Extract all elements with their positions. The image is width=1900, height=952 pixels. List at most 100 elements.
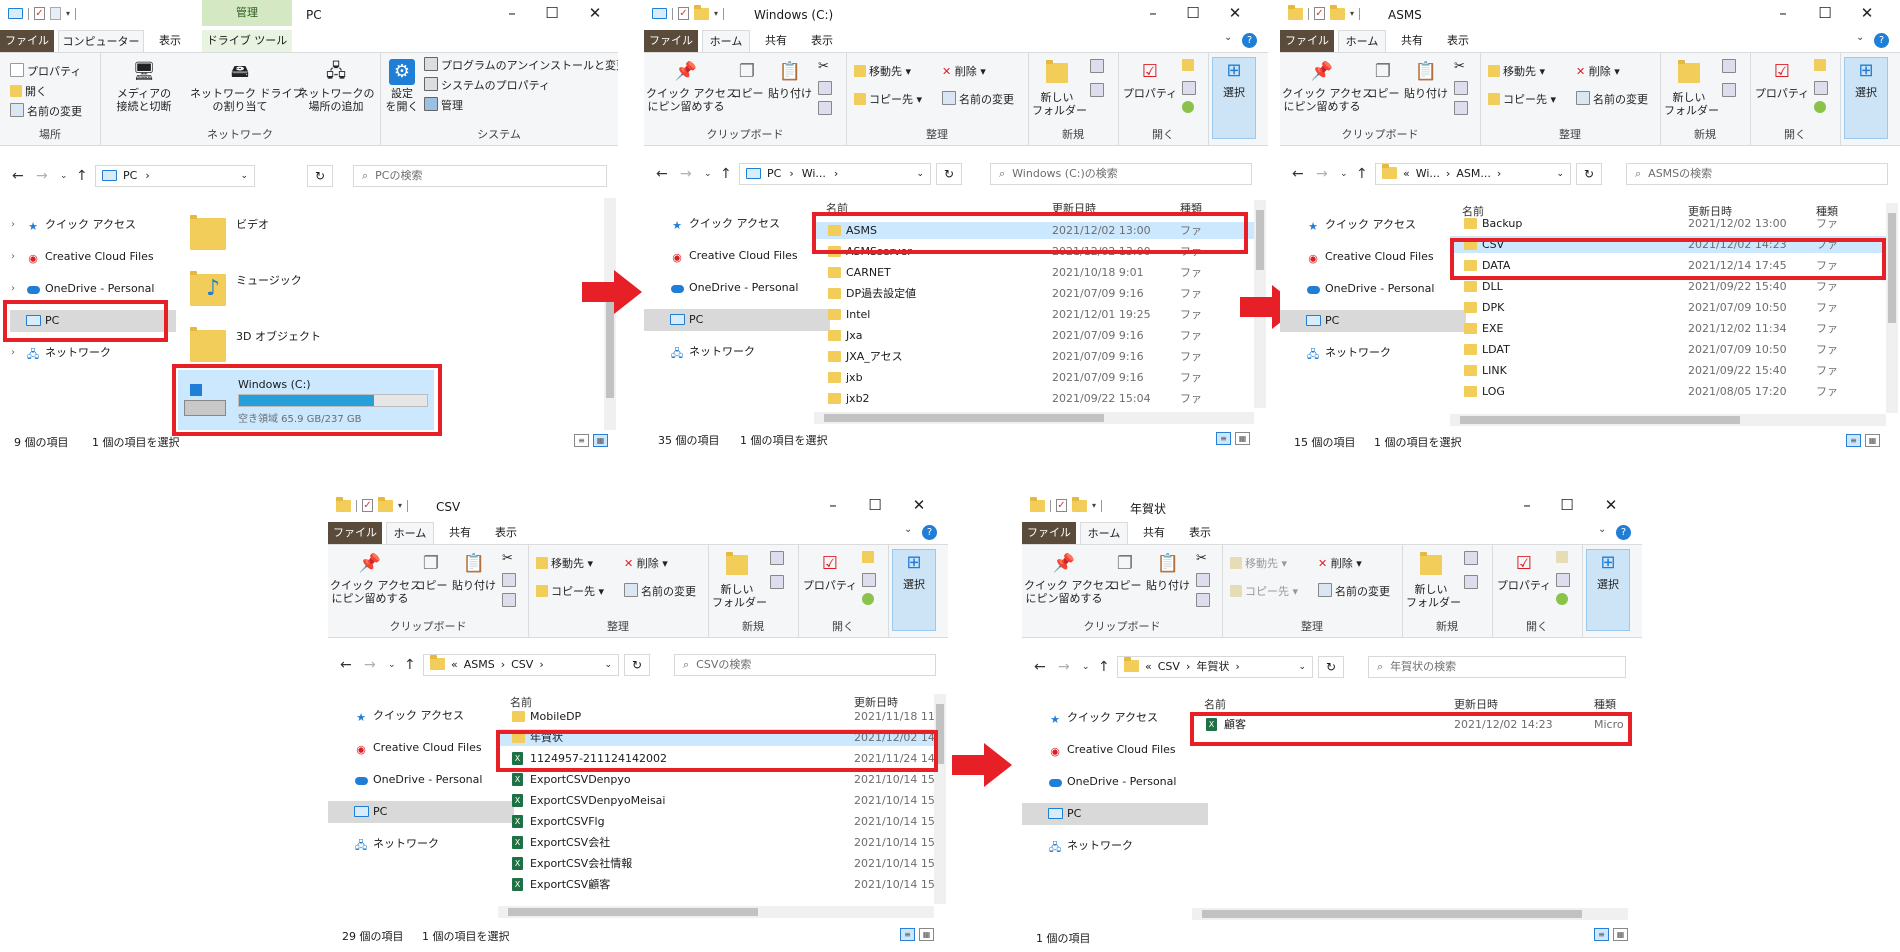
nav-onedrive[interactable]: OneDrive - Personal bbox=[1306, 278, 1434, 300]
nav-onedrive[interactable]: OneDrive - Personal bbox=[1048, 771, 1176, 793]
settings-button[interactable]: ⚙ 設定 を開く bbox=[384, 59, 420, 113]
list-item[interactable]: LINK 2021/09/22 15:40 ファ bbox=[1450, 362, 1886, 379]
tab-file[interactable]: ファイル bbox=[1280, 30, 1334, 52]
edit-icon[interactable] bbox=[1182, 81, 1199, 96]
ribbon-collapse-icon[interactable]: ⌄ bbox=[1598, 524, 1606, 535]
list-item[interactable]: X ExportCSV会社 2021/10/14 15: bbox=[498, 834, 934, 851]
up-button[interactable]: ↑ bbox=[720, 166, 732, 182]
tab-file[interactable]: ファイル bbox=[0, 30, 54, 52]
paste-button[interactable]: 📋 貼り付け bbox=[768, 59, 812, 100]
item-music[interactable]: ♪ ミュージック bbox=[190, 268, 350, 316]
select-button[interactable]: ⊞ 選択 bbox=[1844, 57, 1888, 139]
nav-network[interactable]: 🖧 ネットワーク bbox=[1048, 835, 1133, 857]
address-dropdown-icon[interactable]: ⌄ bbox=[916, 164, 924, 184]
paste-button[interactable]: 📋 貼り付け bbox=[452, 551, 496, 592]
minimize-button[interactable]: – bbox=[1768, 3, 1798, 23]
uninstall-button[interactable]: プログラムのアンインストールと変更 bbox=[424, 57, 618, 73]
nav-creative-cloud[interactable]: ◉ Creative Cloud Files bbox=[670, 245, 797, 267]
large-icons-view-button[interactable]: ▦ bbox=[1613, 928, 1628, 941]
rename-button[interactable]: 名前の変更 bbox=[1576, 91, 1648, 107]
list-item[interactable]: Jxa 2021/07/09 9:16 ファ bbox=[814, 327, 1254, 344]
customize-toolbar-icon[interactable]: ▾ bbox=[398, 501, 402, 510]
tab-share[interactable]: 共有 bbox=[756, 30, 796, 52]
rename-button[interactable]: 名前の変更 bbox=[10, 103, 82, 119]
easy-access-icon[interactable] bbox=[770, 575, 787, 590]
vertical-scrollbar[interactable] bbox=[934, 694, 946, 904]
tab-home[interactable]: ホーム bbox=[702, 30, 750, 52]
history-icon[interactable] bbox=[1814, 101, 1829, 114]
minimize-button[interactable]: – bbox=[1512, 495, 1542, 515]
close-button[interactable]: ✕ bbox=[904, 495, 934, 515]
nav-pc[interactable]: PC bbox=[644, 309, 830, 331]
tab-file[interactable]: ファイル bbox=[328, 522, 382, 544]
address-dropdown-icon[interactable]: ⌄ bbox=[240, 166, 248, 186]
edit-icon[interactable] bbox=[1556, 573, 1573, 588]
address-bar[interactable]: «ASMS › CSV › ⌄ bbox=[423, 654, 619, 676]
list-item[interactable]: jxb 2021/07/09 9:16 ファ bbox=[814, 369, 1254, 386]
delete-button[interactable]: ✕ 削除 ▾ bbox=[942, 63, 986, 79]
copy-button[interactable]: ❐ コピー bbox=[414, 551, 448, 592]
address-dropdown-icon[interactable]: ⌄ bbox=[1556, 164, 1564, 184]
search-input[interactable]: ⌕ CSVの検索 bbox=[674, 654, 936, 676]
forward-button[interactable]: → bbox=[1058, 659, 1070, 675]
delete-button[interactable]: ✕ 削除 ▾ bbox=[1576, 63, 1620, 79]
minimize-button[interactable]: – bbox=[1138, 3, 1168, 23]
vertical-scrollbar[interactable] bbox=[1886, 203, 1898, 413]
details-view-button[interactable]: ≡ bbox=[574, 434, 589, 447]
paste-shortcut-icon[interactable] bbox=[818, 101, 835, 116]
tab-home[interactable]: ホーム bbox=[1080, 522, 1128, 544]
nav-pc[interactable]: PC bbox=[328, 801, 514, 823]
list-item[interactable]: X ExportCSV会社情報 2021/10/14 15: bbox=[498, 855, 934, 872]
paste-shortcut-icon[interactable] bbox=[502, 593, 519, 608]
open-button[interactable]: 開く bbox=[10, 83, 47, 99]
search-input[interactable]: ⌕ 年賀状の検索 bbox=[1368, 656, 1626, 678]
properties-button[interactable]: ☑ プロパティ bbox=[1122, 59, 1178, 100]
nav-network[interactable]: 🖧 ネットワーク bbox=[354, 833, 439, 855]
forward-button[interactable]: → bbox=[680, 166, 692, 182]
up-button[interactable]: ↑ bbox=[1098, 659, 1110, 675]
properties-icon[interactable]: ✓ bbox=[678, 7, 689, 20]
recent-dropdown[interactable]: ⌄ bbox=[704, 169, 712, 179]
select-button[interactable]: ⊞ 選択 bbox=[1586, 549, 1630, 631]
open-icon[interactable] bbox=[862, 551, 877, 564]
new-item-icon[interactable] bbox=[1464, 551, 1481, 566]
tab-view[interactable]: 表示 bbox=[1438, 30, 1478, 52]
new-folder-icon[interactable] bbox=[1330, 4, 1345, 20]
forward-button[interactable]: → bbox=[1316, 166, 1328, 182]
refresh-button[interactable]: ↻ bbox=[1318, 656, 1344, 678]
address-dropdown-icon[interactable]: ⌄ bbox=[1298, 657, 1306, 677]
back-button[interactable]: ← bbox=[1292, 166, 1304, 182]
nav-pc[interactable]: PC bbox=[1022, 803, 1208, 825]
help-icon[interactable]: ? bbox=[922, 525, 937, 540]
details-view-button[interactable]: ≡ bbox=[1846, 434, 1861, 447]
horizontal-scrollbar[interactable] bbox=[498, 906, 934, 918]
tab-computer[interactable]: コンピューター bbox=[58, 30, 144, 52]
paste-shortcut-icon[interactable] bbox=[1454, 101, 1471, 116]
paste-button[interactable]: 📋 貼り付け bbox=[1404, 59, 1448, 100]
tab-file[interactable]: ファイル bbox=[644, 30, 698, 52]
paste-shortcut-icon[interactable] bbox=[1196, 593, 1213, 608]
minimize-button[interactable]: – bbox=[497, 3, 527, 23]
customize-toolbar-icon[interactable]: ▾ bbox=[1092, 501, 1096, 510]
recent-dropdown[interactable]: ⌄ bbox=[1082, 662, 1090, 672]
nav-creative-cloud[interactable]: › ◉ Creative Cloud Files bbox=[11, 246, 154, 268]
new-item-icon[interactable] bbox=[770, 551, 787, 566]
list-item[interactable]: DLL 2021/09/22 15:40 ファ bbox=[1450, 278, 1886, 295]
properties-button[interactable]: プロパティ bbox=[10, 63, 81, 79]
list-item[interactable]: JXA_アセス 2021/07/09 9:16 ファ bbox=[814, 348, 1254, 365]
delete-button[interactable]: ✕ 削除 ▾ bbox=[624, 555, 668, 571]
up-button[interactable]: ↑ bbox=[1356, 166, 1368, 182]
pin-quick-access-button[interactable]: 📌 クイック アクセス にピン留めする bbox=[646, 59, 737, 113]
refresh-button[interactable]: ↻ bbox=[936, 163, 962, 185]
properties-button[interactable]: ☑ プロパティ bbox=[1754, 59, 1810, 100]
rename-button[interactable]: 名前の変更 bbox=[624, 583, 696, 599]
rename-button[interactable]: 名前の変更 bbox=[942, 91, 1014, 107]
ribbon-collapse-icon[interactable]: ⌄ bbox=[1224, 32, 1232, 43]
new-folder-icon[interactable] bbox=[378, 496, 393, 512]
large-icons-view-button[interactable]: ▦ bbox=[919, 928, 934, 941]
address-bar[interactable]: PC › ⌄ bbox=[95, 165, 255, 187]
address-bar[interactable]: PC › Wi... › ⌄ bbox=[739, 163, 931, 185]
nav-onedrive[interactable]: OneDrive - Personal bbox=[670, 277, 798, 299]
close-button[interactable]: ✕ bbox=[1852, 3, 1882, 23]
list-item[interactable]: DP過去設定値 2021/07/09 9:16 ファ bbox=[814, 285, 1254, 302]
